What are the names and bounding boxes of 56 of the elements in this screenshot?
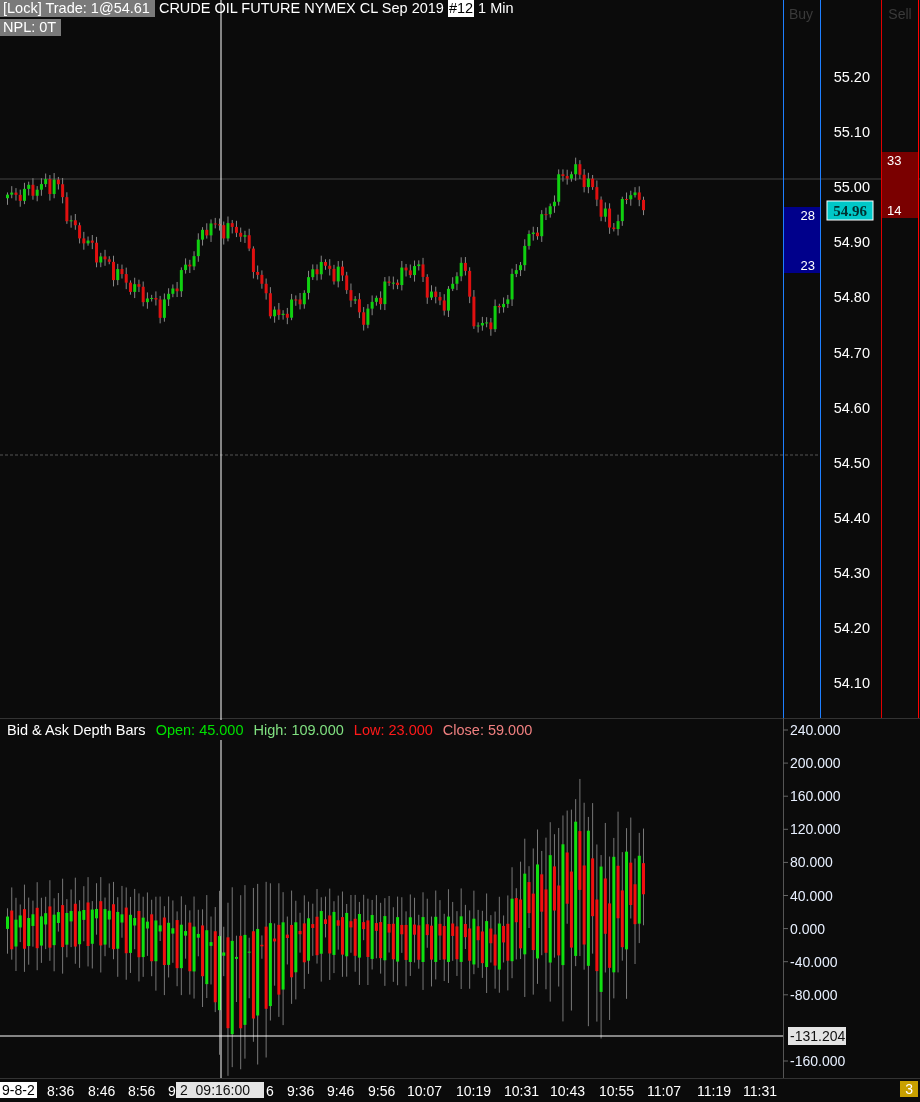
price-label: 55.20 <box>833 69 870 85</box>
chart-number: #12 <box>447 0 475 17</box>
axis-label: 120.000 <box>790 821 841 838</box>
axis-label: 240.000 <box>790 722 841 738</box>
depth-count: 14 <box>887 203 902 218</box>
time-label: 10:19 <box>456 1083 492 1099</box>
npl-label: NPL: 0T <box>0 19 62 36</box>
time-label: 11:19 <box>697 1083 731 1099</box>
depth-count: 23 <box>800 258 815 273</box>
axis-label: 200.000 <box>790 755 841 772</box>
axis-label: 160.000 <box>790 788 841 805</box>
time-label: 8:46 <box>88 1083 116 1099</box>
time-label: 9:46 <box>327 1083 355 1099</box>
trade-status: [Lock] Trade: 1@54.61 <box>0 0 155 17</box>
axis-label: 40.000 <box>790 887 833 904</box>
price-label: 54.70 <box>833 344 870 361</box>
crosshair-value-tag: -131.204 <box>788 1027 846 1045</box>
count-badge: 3 <box>900 1081 918 1097</box>
axis-label: -160.000 <box>790 1053 846 1069</box>
time-label: 11:31 <box>743 1083 777 1099</box>
axis-label: -80.000 <box>790 986 838 1003</box>
price-label: 54.90 <box>833 234 870 251</box>
time-label: 10:31 <box>504 1083 540 1099</box>
depth-count: 28 <box>800 208 815 223</box>
price-label: 54.50 <box>833 454 870 471</box>
indicator-title: Bid & Ask Depth Bars <box>7 721 146 740</box>
time-label: 9 <box>168 1083 176 1099</box>
time-label: 10:43 <box>550 1083 586 1099</box>
current-price-tag: 54.96 <box>826 200 874 221</box>
interval-label: 1 Min <box>478 0 514 17</box>
time-label: 6 <box>266 1083 274 1099</box>
price-label: 54.10 <box>833 675 870 692</box>
axis-label: -40.000 <box>790 953 838 970</box>
axis-label: 80.000 <box>790 854 833 871</box>
price-label: 54.40 <box>833 509 870 526</box>
time-label: 9:56 <box>368 1083 396 1099</box>
price-label: 55.10 <box>833 124 870 141</box>
instrument-title: CRUDE OIL FUTURE NYMEX CL Sep 2019 <box>158 0 444 17</box>
axis-label: 0.000 <box>790 920 826 937</box>
sell-depth-bar <box>882 152 918 218</box>
indicator-stat: Open: 45.000 <box>155 720 244 740</box>
time-label: 11:07 <box>647 1083 681 1099</box>
time-label: 10:07 <box>407 1083 443 1099</box>
time-label: 8:56 <box>128 1083 156 1099</box>
price-label: 55.00 <box>833 179 870 196</box>
time-label: 9:36 <box>287 1083 315 1099</box>
price-label: 54.30 <box>833 564 870 581</box>
price-label: 54.60 <box>833 399 870 416</box>
time-label: 10:55 <box>599 1083 635 1099</box>
buy-depth-bar <box>784 207 820 273</box>
depth-count: 33 <box>887 153 902 168</box>
time-label: 8:36 <box>47 1083 75 1099</box>
date-label: 9-8-2 <box>0 1082 37 1098</box>
price-label: 54.20 <box>833 620 870 636</box>
price-label: 54.80 <box>833 289 870 306</box>
crosshair-time-tag: 2 09:16:00 <box>176 1082 264 1098</box>
